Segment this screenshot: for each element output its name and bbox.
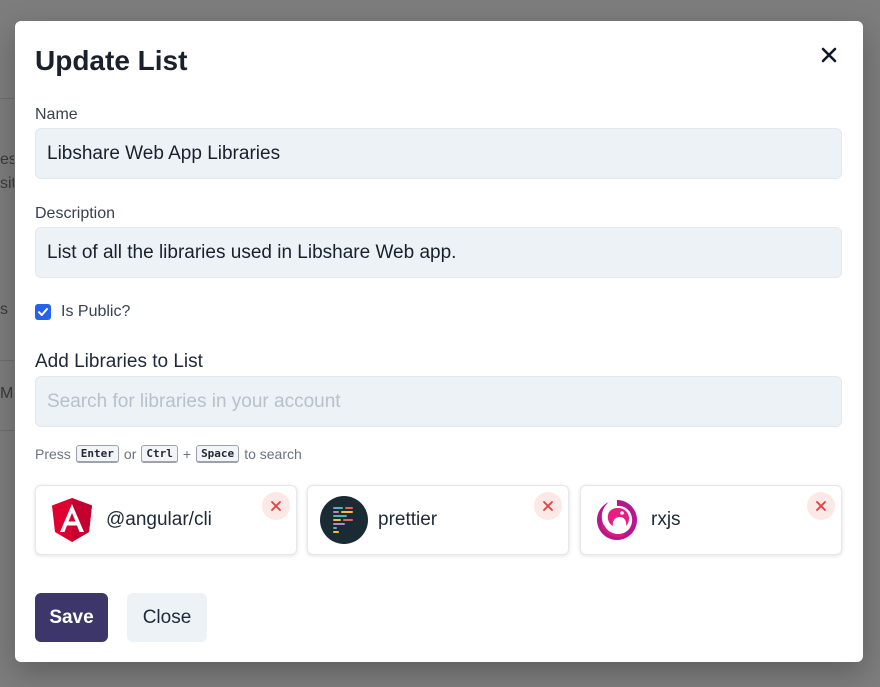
background-text: es [0, 152, 14, 168]
description-label: Description [35, 205, 116, 222]
hint-text: Press [35, 446, 71, 462]
prettier-logo-icon [320, 496, 368, 544]
background-text: site [0, 176, 14, 192]
selected-libraries: @angular/cli prettier rxjs [35, 485, 842, 555]
is-public-row: Is Public? [35, 303, 130, 321]
close-icon [543, 501, 553, 511]
close-icon [816, 501, 826, 511]
remove-library-button[interactable] [807, 492, 835, 520]
name-label: Name [35, 106, 78, 123]
library-name: rxjs [651, 509, 681, 530]
background-text: s [0, 302, 8, 318]
description-input[interactable] [35, 227, 842, 278]
enter-key: Enter [75, 445, 119, 463]
angular-logo-icon [52, 498, 92, 542]
library-name: prettier [378, 509, 438, 530]
library-card-rxjs: rxjs [580, 485, 842, 555]
hint-text: + [182, 446, 192, 462]
is-public-checkbox[interactable] [35, 304, 51, 320]
close-button[interactable]: Close [127, 593, 207, 642]
modal-title: Update List [35, 45, 188, 76]
background-text: M [0, 386, 14, 402]
hint-text: to search [244, 446, 302, 462]
remove-library-button[interactable] [262, 492, 290, 520]
add-libraries-label: Add Libraries to List [35, 351, 203, 372]
checkmark-icon [38, 308, 48, 316]
close-icon[interactable] [819, 45, 839, 65]
update-list-modal: Update List Name Description Is Public? … [15, 21, 863, 662]
remove-library-button[interactable] [534, 492, 562, 520]
name-input[interactable] [35, 128, 842, 179]
background-divider [0, 360, 14, 361]
library-card-prettier: prettier [307, 485, 569, 555]
background-divider [0, 98, 14, 99]
library-card-angular-cli: @angular/cli [35, 485, 297, 555]
close-icon [271, 501, 281, 511]
save-button[interactable]: Save [35, 593, 108, 642]
is-public-label: Is Public? [61, 303, 131, 320]
ctrl-key: Ctrl [141, 445, 178, 463]
library-search-input[interactable] [35, 376, 842, 427]
hint-text: or [123, 446, 137, 462]
library-name: @angular/cli [106, 509, 212, 530]
background-divider [0, 430, 14, 431]
space-key: Space [196, 445, 240, 463]
rxjs-logo-icon [597, 500, 637, 540]
search-hint: Press Enter or Ctrl + Space to search [35, 445, 302, 463]
